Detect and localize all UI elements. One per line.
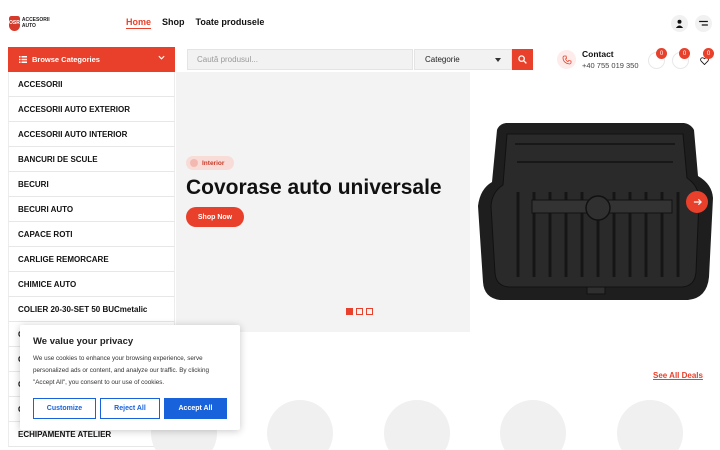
- chevron-down-icon: [158, 55, 165, 60]
- list-icon: [19, 56, 27, 63]
- deal-item-placeholder[interactable]: [500, 400, 566, 450]
- search-button[interactable]: [512, 49, 533, 70]
- nav-item-all-products[interactable]: Toate produsele: [196, 17, 265, 27]
- cookie-consent-dialog: We value your privacy We use cookies to …: [20, 325, 240, 430]
- menu-button[interactable]: [695, 15, 712, 32]
- category-item[interactable]: ACCESORII AUTO INTERIOR: [8, 122, 175, 147]
- slider-dot[interactable]: [366, 308, 373, 315]
- category-item[interactable]: BECURI: [8, 172, 175, 197]
- cookie-reject-button[interactable]: Reject All: [100, 398, 160, 419]
- logo-badge: OSR: [9, 15, 20, 31]
- page: OSR ACCESORII AUTO Home Shop Toate produ…: [0, 0, 720, 450]
- cookie-title: We value your privacy: [33, 336, 134, 347]
- slider-dots: [346, 308, 373, 315]
- caret-down-icon: [495, 58, 501, 62]
- contact-phone[interactable]: +40 755 019 350: [582, 61, 639, 70]
- category-item[interactable]: BECURI AUTO: [8, 197, 175, 222]
- arrow-right-icon: [693, 198, 702, 206]
- site-logo[interactable]: OSR ACCESORII AUTO: [9, 14, 50, 32]
- main-nav: Home Shop Toate produsele: [126, 17, 264, 27]
- cart-count-badge: 0: [679, 48, 690, 59]
- slider-next-button[interactable]: [686, 191, 708, 213]
- category-item[interactable]: ACCESORII AUTO EXTERIOR: [8, 97, 175, 122]
- logo-text-line2: AUTO: [21, 23, 36, 29]
- category-item[interactable]: COLIER 20-30-SET 50 BUCmetalic: [8, 297, 175, 322]
- user-icon: [675, 19, 684, 28]
- hero-tag: Interior: [186, 156, 235, 170]
- browse-categories-label: Browse Categories: [32, 55, 100, 64]
- hero-title: Covorase auto universale: [186, 176, 442, 199]
- search-icon: [518, 55, 527, 64]
- wishlist-count-badge: 0: [703, 48, 714, 59]
- hamburger-icon: [699, 20, 708, 26]
- nav-item-shop[interactable]: Shop: [162, 17, 185, 27]
- compare-count-badge: 0: [656, 48, 667, 59]
- category-item[interactable]: ACCESORII: [8, 72, 175, 97]
- hero-image-panel: [470, 72, 720, 332]
- deal-item-placeholder[interactable]: [267, 400, 333, 450]
- search-input[interactable]: Caută produsul...: [187, 49, 413, 70]
- cookie-body: We use cookies to enhance your browsing …: [33, 355, 209, 386]
- category-item[interactable]: BANCURI DE SCULE: [8, 147, 175, 172]
- deal-item-placeholder[interactable]: [384, 400, 450, 450]
- category-item[interactable]: CAPACE ROTI: [8, 222, 175, 247]
- shop-now-button[interactable]: Shop Now: [186, 207, 244, 227]
- nav-item-home[interactable]: Home: [126, 17, 151, 27]
- category-item[interactable]: CHIMICE AUTO: [8, 272, 175, 297]
- hero-slider: Interior Covorase auto universale Shop N…: [176, 72, 720, 332]
- account-button[interactable]: [671, 15, 688, 32]
- cookie-customize-button[interactable]: Customize: [33, 398, 96, 419]
- browse-categories-toggle[interactable]: Browse Categories: [8, 47, 175, 72]
- slider-dot-active[interactable]: [346, 308, 353, 315]
- car-floor-mat-image: [478, 123, 713, 300]
- cookie-accept-button[interactable]: Accept All: [164, 398, 227, 419]
- see-all-deals-link[interactable]: See All Deals: [653, 371, 703, 380]
- category-select-value: Categorie: [425, 55, 460, 64]
- contact-phone-icon-wrap: [557, 50, 576, 69]
- category-select[interactable]: Categorie: [414, 49, 512, 70]
- slider-dot[interactable]: [356, 308, 363, 315]
- deal-item-placeholder[interactable]: [617, 400, 683, 450]
- phone-icon: [562, 55, 571, 64]
- category-item[interactable]: CARLIGE REMORCARE: [8, 247, 175, 272]
- contact-title: Contact: [582, 49, 614, 59]
- site-header: OSR ACCESORII AUTO Home Shop Toate produ…: [0, 0, 720, 46]
- logo-text: ACCESORII AUTO: [22, 17, 50, 29]
